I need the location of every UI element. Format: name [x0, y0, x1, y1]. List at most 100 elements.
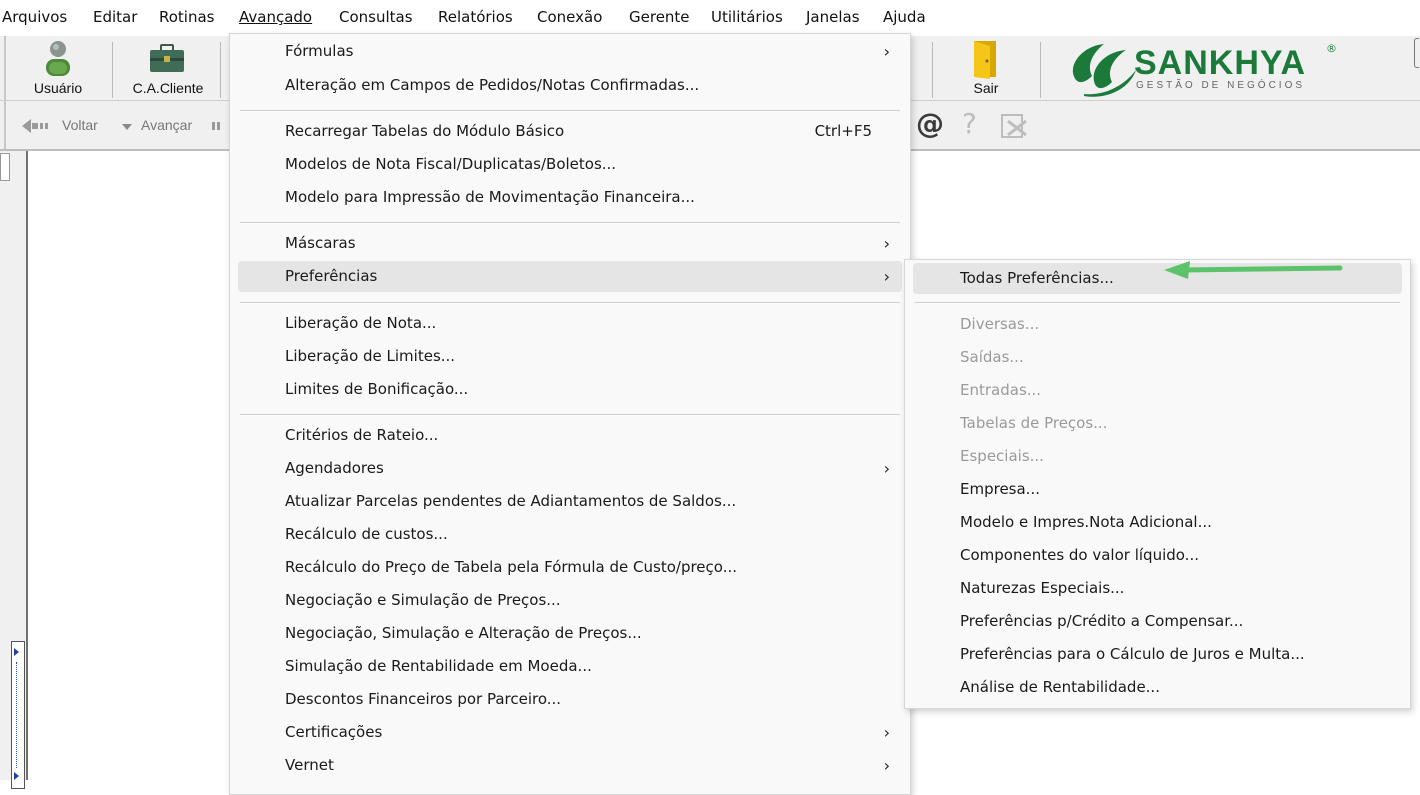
exit-door-icon — [974, 41, 996, 79]
menu-item-criterios-de-rateio[interactable]: Critérios de Rateio... — [238, 420, 902, 451]
avancado-dropdown-menu: Fórmulas › Alteração em Campos de Pedidos/… — [229, 33, 911, 795]
menu-item-label: Limites de Bonificação... — [285, 380, 469, 398]
usuario-label: Usuário — [33, 80, 83, 96]
menu-item-vernet[interactable]: Vernet › — [238, 750, 902, 781]
chevron-right-icon: › — [883, 459, 890, 478]
menu-item-preferencias[interactable]: Preferências › — [238, 261, 902, 292]
menu-item-label: Certificações — [285, 723, 383, 741]
toolbar-separator — [220, 42, 221, 98]
menu-janelas[interactable]: Janelas — [806, 8, 860, 26]
menu-arquivos[interactable]: Arquivos — [2, 8, 67, 26]
menu-gerente[interactable]: Gerente — [629, 8, 690, 26]
sankhya-swoosh-icon — [1072, 44, 1136, 97]
submenu-item-label: Naturezas Especiais... — [960, 579, 1125, 597]
submenu-item-preferencias-p-credito-a-compensar[interactable]: Preferências p/Crédito a Compensar... — [913, 606, 1402, 637]
cacliente-label: C.A.Cliente — [132, 80, 204, 96]
submenu-item-modelo-e-impres-nota-adicional[interactable]: Modelo e Impres.Nota Adicional... — [913, 507, 1402, 538]
menu-conexao[interactable]: Conexão — [537, 8, 602, 26]
avancar-button[interactable]: Avançar — [141, 117, 192, 133]
menu-item-modelos-de-nota-fiscal-duplicatas-boletos[interactable]: Modelos de Nota Fiscal/Duplicatas/Boleto… — [238, 149, 902, 180]
dropdown-caret-icon[interactable] — [122, 124, 132, 130]
close-window-icon[interactable] — [1000, 113, 1028, 139]
menu-item-label: Recálculo de custos... — [285, 525, 448, 543]
submenu-item-label: Preferências para o Cálculo de Juros e M… — [960, 645, 1305, 663]
menu-item-formulas[interactable]: Fórmulas › — [238, 36, 902, 67]
menu-item-label: Preferências — [285, 267, 378, 285]
menu-item-mascaras[interactable]: Máscaras › — [238, 228, 902, 259]
submenu-item-saidas: Saídas... — [913, 342, 1402, 373]
menu-item-agendadores[interactable]: Agendadores › — [238, 453, 902, 484]
menu-item-label: Simulação de Rentabilidade em Moeda... — [285, 657, 592, 675]
submenu-item-preferencias-para-o-calculo-de-juros-e-multa[interactable]: Preferências para o Cálculo de Juros e M… — [913, 639, 1402, 670]
usuario-button[interactable]: Usuário — [20, 36, 96, 100]
menu-separator — [240, 414, 900, 415]
sair-button[interactable]: Sair — [948, 36, 1024, 100]
email-at-icon[interactable]: @ — [916, 107, 944, 140]
forward-bars-icon — [212, 122, 220, 130]
submenu-item-label: Empresa... — [960, 480, 1040, 498]
submenu-item-componentes-do-valor-liquido[interactable]: Componentes do valor líquido... — [913, 540, 1402, 571]
menu-editar[interactable]: Editar — [93, 8, 137, 26]
briefcase-icon — [150, 44, 184, 72]
menu-item-label: Descontos Financeiros por Parceiro... — [285, 690, 562, 708]
menu-ajuda[interactable]: Ajuda — [883, 8, 926, 26]
menu-item-limites-de-bonificacao[interactable]: Limites de Bonificação... — [238, 374, 902, 405]
submenu-item-label: Todas Preferências... — [960, 269, 1114, 287]
menu-item-negociacao-e-simulacao-de-precos[interactable]: Negociação e Simulação de Preços... — [238, 585, 902, 616]
sankhya-logo: SANKHYA ® GESTÃO DE NEGÓCIOS — [1060, 36, 1350, 100]
menu-item-label: Recarregar Tabelas do Módulo Básico — [285, 122, 565, 140]
menu-separator — [915, 302, 1400, 303]
menu-item-label: Negociação, Simulação e Alteração de Pre… — [285, 624, 642, 642]
menu-item-liberacao-de-nota[interactable]: Liberação de Nota... — [238, 308, 902, 339]
menu-item-certificacoes[interactable]: Certificações › — [238, 717, 902, 748]
menu-item-recalculo-de-custos[interactable]: Recálculo de custos... — [238, 519, 902, 550]
toolbar-border — [4, 36, 6, 100]
menu-item-negociacao-simulacao-e-alteracao-de-precos[interactable]: Negociação, Simulação e Alteração de Pre… — [238, 618, 902, 649]
menu-item-label: Alteração em Campos de Pedidos/Notas Con… — [285, 76, 700, 94]
submenu-item-label: Tabelas de Preços... — [960, 414, 1108, 432]
chevron-right-icon: › — [883, 267, 890, 286]
cacliente-button[interactable]: C.A.Cliente — [122, 36, 214, 100]
menu-separator — [240, 302, 900, 303]
menu-relatorios[interactable]: Relatórios — [438, 8, 513, 26]
preferencias-submenu: Todas Preferências... Diversas... Saídas..… — [904, 259, 1411, 709]
submenu-item-analise-de-rentabilidade[interactable]: Análise de Rentabilidade... — [913, 672, 1402, 703]
submenu-item-label: Preferências p/Crédito a Compensar... — [960, 612, 1244, 630]
menu-item-simulacao-de-rentabilidade-em-moeda[interactable]: Simulação de Rentabilidade em Moeda... — [238, 651, 902, 682]
submenu-item-label: Especiais... — [960, 447, 1044, 465]
menu-item-label: Critérios de Rateio... — [285, 426, 439, 444]
submenu-item-label: Modelo e Impres.Nota Adicional... — [960, 513, 1212, 531]
chevron-right-icon: › — [883, 723, 890, 742]
menu-separator — [240, 222, 900, 223]
menu-utilitarios[interactable]: Utilitários — [711, 8, 783, 26]
menu-avancado[interactable]: Avançado — [239, 8, 312, 26]
menu-bar: Arquivos Editar Rotinas Avançado Consult… — [0, 0, 1420, 36]
menu-item-recarregar-tabelas-do-modulo-basico[interactable]: Recarregar Tabelas do Módulo Básico Ctrl+… — [238, 116, 902, 147]
menu-item-alteracao-em-campos-de-pedidos-notas-confirmadas[interactable]: Alteração em Campos de Pedidos/Notas Con… — [238, 70, 902, 101]
menu-item-label: Vernet — [285, 756, 334, 774]
side-panel-handle[interactable] — [11, 641, 25, 789]
submenu-item-especiais: Especiais... — [913, 441, 1402, 472]
mini-scroll-tab[interactable] — [0, 153, 10, 181]
voltar-button[interactable]: Voltar — [62, 117, 98, 133]
menu-item-label: Agendadores — [285, 459, 384, 477]
submenu-item-label: Diversas... — [960, 315, 1040, 333]
menu-item-label: Liberação de Limites... — [285, 347, 456, 365]
menu-consultas[interactable]: Consultas — [339, 8, 413, 26]
menu-item-recalculo-do-preco-de-tabela-pela-formula-de-custo-preco[interactable]: Recálculo do Preço de Tabela pela Fórmul… — [238, 552, 902, 583]
menu-item-label: Negociação e Simulação de Preços... — [285, 591, 561, 609]
help-question-icon[interactable]: ? — [962, 107, 977, 140]
menu-item-atualizar-parcelas-pendentes-de-adiantamentos-de-saldos[interactable]: Atualizar Parcelas pendentes de Adiantam… — [238, 486, 902, 517]
menu-item-modelo-para-impressao-de-movimentacao-financeira[interactable]: Modelo para Impressão de Movimentação Fi… — [238, 182, 902, 213]
menu-item-label: Modelos de Nota Fiscal/Duplicatas/Boleto… — [285, 155, 617, 173]
submenu-item-empresa[interactable]: Empresa... — [913, 474, 1402, 505]
menu-rotinas[interactable]: Rotinas — [159, 8, 215, 26]
submenu-item-naturezas-especiais[interactable]: Naturezas Especiais... — [913, 573, 1402, 604]
menu-item-descontos-financeiros-por-parceiro[interactable]: Descontos Financeiros por Parceiro... — [238, 684, 902, 715]
menu-item-shortcut: Ctrl+F5 — [814, 122, 872, 140]
menu-item-liberacao-de-limites[interactable]: Liberação de Limites... — [238, 341, 902, 372]
submenu-item-label: Componentes do valor líquido... — [960, 546, 1199, 564]
submenu-item-label: Saídas... — [960, 348, 1024, 366]
submenu-item-diversas: Diversas... — [913, 309, 1402, 340]
back-arrow-icon — [22, 119, 48, 133]
